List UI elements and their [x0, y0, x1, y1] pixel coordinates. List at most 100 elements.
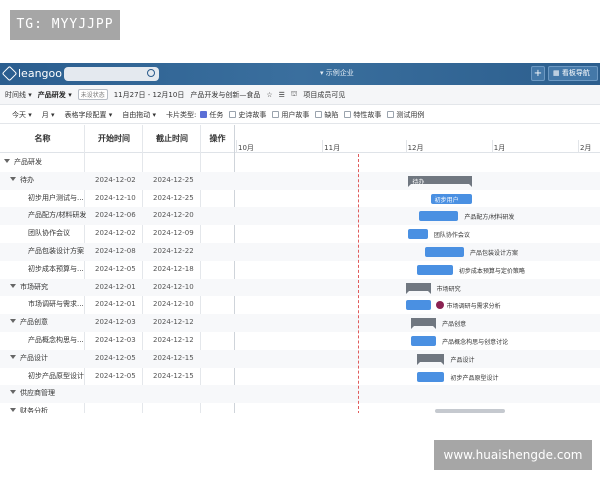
logo[interactable]: leangoo [1, 65, 62, 82]
task-bar[interactable] [416, 264, 453, 275]
end-date[interactable]: 2024-12-18 [153, 261, 194, 279]
org-selector[interactable]: ▾ 示例企业 [320, 68, 354, 78]
end-date[interactable]: 2024-12-25 [153, 172, 194, 190]
add-button[interactable]: + [531, 66, 545, 81]
list-icon[interactable]: ☰ [279, 91, 285, 99]
task-name[interactable]: 产品概念构思与... [28, 332, 84, 350]
filter-user-story[interactable]: 用户故事 [272, 110, 309, 120]
table-row[interactable]: 市场研究 2024-12-01 2024-12-10 市场研究 [0, 278, 600, 297]
table-row[interactable]: 产品研发 [0, 154, 600, 172]
task-name[interactable]: 初步成本预算与... [28, 261, 84, 279]
chevron-down-icon[interactable] [10, 283, 16, 288]
start-date[interactable]: 2024-12-05 [95, 350, 136, 368]
end-date[interactable]: 2024-12-10 [153, 296, 194, 314]
end-date[interactable]: 2024-12-25 [153, 190, 194, 208]
chevron-down-icon[interactable] [4, 159, 10, 163]
table-row[interactable]: 产品设计 2024-12-05 2024-12-15 产品设计 [0, 349, 600, 368]
start-date[interactable]: 2024-12-05 [95, 261, 136, 279]
column-start-header[interactable]: 开始时间 [85, 125, 143, 153]
task-bar[interactable] [411, 336, 437, 346]
task-bar[interactable] [416, 371, 445, 382]
search-icon[interactable] [147, 69, 155, 77]
start-date[interactable]: 2024-12-01 [95, 296, 136, 314]
horizontal-scrollbar[interactable] [435, 409, 505, 413]
team-visibility[interactable]: 项目成员可见 [303, 90, 345, 100]
table-row[interactable]: 产品创意 2024-12-03 2024-12-12 产品创意 [0, 314, 600, 332]
end-date[interactable]: 2024-12-22 [153, 243, 194, 261]
task-name[interactable]: 初步用户测试与... [28, 190, 84, 208]
group-bar[interactable] [416, 353, 445, 365]
table-row[interactable]: 供应商管理 [0, 385, 600, 404]
filter-task[interactable]: 任务 [200, 110, 223, 120]
chevron-down-icon[interactable] [10, 176, 16, 181]
task-name[interactable]: 产品包装设计方案 [28, 243, 84, 261]
table-row[interactable]: 团队协作会议 2024-12-02 2024-12-09 团队协作会议 [0, 225, 600, 243]
search-input[interactable] [64, 67, 159, 81]
end-date[interactable]: 2024-12-10 [153, 279, 194, 297]
task-name[interactable]: 待办 [10, 172, 34, 190]
table-row[interactable]: 产品包装设计方案 2024-12-08 2024-12-22 产品包装设计方案 [0, 243, 600, 261]
task-name[interactable]: 团队协作会议 [28, 225, 70, 243]
task-name[interactable]: 产品创意 [10, 314, 48, 332]
filter-test[interactable]: 测试用例 [387, 110, 424, 120]
table-row[interactable]: 财务分析 [0, 403, 600, 413]
task-name[interactable]: 产品研发 [4, 154, 42, 172]
task-name[interactable]: 市场调研与需求... [28, 296, 84, 314]
group-bar[interactable] [405, 282, 431, 294]
drag-mode-select[interactable]: 自由拖动 ▾ [122, 110, 156, 120]
end-date[interactable]: 2024-12-12 [153, 332, 194, 350]
end-date[interactable]: 2024-12-20 [153, 207, 194, 225]
today-button[interactable]: 今天 ▾ [12, 110, 32, 120]
table-row[interactable]: 产品概念构思与... 2024-12-03 2024-12-12 产品概念构思与创意讨… [0, 332, 600, 350]
start-date[interactable]: 2024-12-10 [95, 190, 136, 208]
task-name[interactable]: 产品配方/材料研发 [28, 207, 86, 225]
chevron-down-icon[interactable] [10, 408, 16, 413]
column-name-header[interactable]: 名称 [0, 125, 85, 153]
task-name[interactable]: 初步产品原型设计 [28, 368, 84, 386]
field-config-button[interactable]: 表格字段配置 ▾ [65, 110, 113, 120]
filter-feature[interactable]: 特性故事 [344, 110, 381, 120]
org-name: 示例企业 [325, 69, 354, 77]
filter-story[interactable]: 史诗故事 [229, 110, 266, 120]
task-name[interactable]: 产品设计 [10, 350, 48, 368]
avatar[interactable] [435, 301, 444, 310]
table-row[interactable]: 待办 2024-12-02 2024-12-25 待办 [0, 171, 600, 190]
task-bar[interactable] [425, 247, 464, 257]
project-name[interactable]: 产品研发 ▾ [38, 90, 72, 100]
scale-select[interactable]: 月 ▾ [42, 110, 55, 120]
start-date[interactable]: 2024-12-08 [95, 243, 136, 261]
start-date[interactable]: 2024-12-01 [95, 279, 136, 297]
end-date[interactable]: 2024-12-12 [153, 314, 194, 332]
task-name[interactable]: 财务分析 [10, 403, 48, 413]
table-row[interactable]: 产品配方/材料研发 2024-12-06 2024-12-20 产品配方/材料研发 [0, 207, 600, 226]
table-row[interactable]: 初步产品原型设计 2024-12-05 2024-12-15 初步产品原型设计 [0, 368, 600, 386]
chevron-down-icon[interactable] [10, 319, 16, 324]
task-bar[interactable] [408, 229, 428, 240]
start-date[interactable]: 2024-12-03 [95, 314, 136, 332]
task-name[interactable]: 供应商管理 [10, 385, 55, 403]
start-date[interactable]: 2024-12-03 [95, 332, 136, 350]
task-bar[interactable] [419, 211, 459, 222]
task-bar[interactable] [405, 300, 431, 311]
start-date[interactable]: 2024-12-02 [95, 225, 136, 243]
task-name[interactable]: 市场研究 [10, 279, 48, 297]
end-date[interactable]: 2024-12-15 [153, 368, 194, 386]
start-date[interactable]: 2024-12-06 [95, 207, 136, 225]
start-date[interactable]: 2024-12-02 [95, 172, 136, 190]
end-date[interactable]: 2024-12-15 [153, 350, 194, 368]
view-selector[interactable]: 时间线 ▾ [5, 90, 32, 100]
board-nav-button[interactable]: ▦ 看板导航 [548, 66, 598, 81]
column-end-header[interactable]: 截止时间 [143, 125, 201, 153]
chevron-down-icon[interactable] [10, 354, 16, 359]
chevron-down-icon[interactable] [10, 390, 16, 395]
group-bar[interactable] [411, 318, 437, 330]
start-date[interactable]: 2024-12-05 [95, 368, 136, 386]
end-date[interactable]: 2024-12-09 [153, 225, 194, 243]
table-row[interactable]: 初步成本预算与... 2024-12-05 2024-12-18 初步成本预算与定价策… [0, 261, 600, 279]
table-row[interactable]: 市场调研与需求... 2024-12-01 2024-12-10 市场调研与需求分析 [0, 296, 600, 314]
table-row[interactable]: 初步用户测试与... 2024-12-10 2024-12-25 初步用户 [0, 190, 600, 208]
team-icon[interactable]: ⛫ [291, 90, 297, 99]
status-badge[interactable]: 未设状态 [77, 89, 108, 100]
star-icon[interactable]: ☆ [266, 91, 272, 99]
filter-bug[interactable]: 缺陷 [315, 110, 338, 120]
